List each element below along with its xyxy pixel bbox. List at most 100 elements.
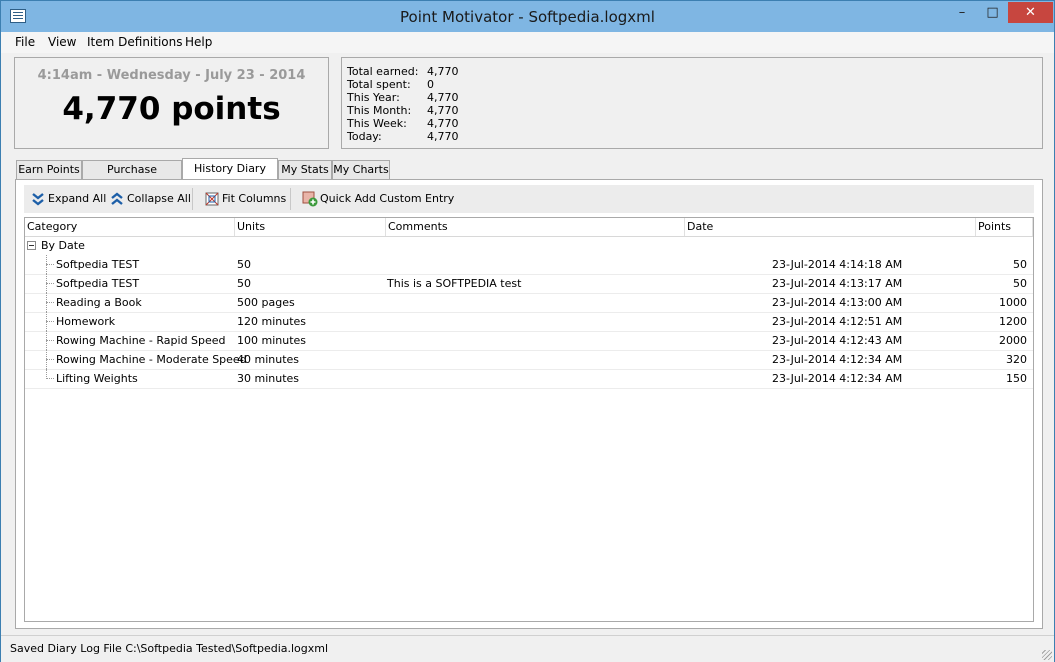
cell-points: 1200: [999, 315, 1027, 328]
quick-add-custom-entry-label: Quick Add Custom Entry: [320, 192, 455, 205]
close-button[interactable]: ✕: [1008, 2, 1053, 23]
cell-category: Rowing Machine - Rapid Speed: [56, 334, 226, 347]
status-bar: Saved Diary Log File C:\Softpedia Tested…: [1, 635, 1054, 662]
current-datetime: 4:14am - Wednesday - July 23 - 2014: [37, 68, 306, 83]
tab-my-stats[interactable]: My Stats: [278, 160, 332, 179]
tree-connector: [46, 340, 54, 342]
toolbar-separator: [290, 188, 291, 210]
column-header-date[interactable]: Date: [685, 218, 976, 236]
cell-date: 23-Jul-2014 4:12:51 AM: [772, 315, 903, 328]
menu-file[interactable]: File: [15, 35, 35, 49]
totals-value: 4,770: [427, 91, 459, 104]
totals-value: 0: [427, 78, 434, 91]
points-summary-panel: 4:14am - Wednesday - July 23 - 2014 4,77…: [14, 57, 329, 149]
app-window: Point Motivator - Softpedia.logxml – □ ✕…: [0, 0, 1055, 662]
cell-units: 50: [237, 277, 251, 290]
collapse-all-icon: [111, 192, 123, 205]
tab-history-diary-log[interactable]: History Diary Log: [182, 158, 278, 194]
resize-grip-icon[interactable]: [1042, 650, 1052, 660]
tree-connector: [46, 378, 54, 380]
cell-category: Reading a Book: [56, 296, 142, 309]
table-row[interactable]: Homework 120 minutes 23-Jul-2014 4:12:51…: [25, 312, 1033, 332]
totals-value: 4,770: [427, 104, 459, 117]
menu-item-definitions[interactable]: Item Definitions: [87, 35, 183, 49]
table-row[interactable]: Rowing Machine - Moderate Speed 40 minut…: [25, 350, 1033, 370]
expand-all-label: Expand All: [48, 192, 107, 205]
column-header-points[interactable]: Points: [976, 218, 1033, 236]
cell-date: 23-Jul-2014 4:14:18 AM: [772, 258, 903, 271]
totals-label: Today:: [347, 130, 382, 143]
cell-units: 100 minutes: [237, 334, 307, 347]
tab-earn-points[interactable]: Earn Points: [16, 160, 82, 179]
totals-value: 4,770: [427, 65, 459, 78]
tab-my-charts[interactable]: My Charts: [332, 160, 390, 179]
maximize-button[interactable]: □: [978, 2, 1007, 23]
group-label: By Date: [41, 239, 85, 252]
column-header-category[interactable]: Category: [25, 218, 235, 236]
cell-points: 320: [1006, 353, 1027, 366]
toolbar: Expand All Collapse All Fit Columns Quic…: [24, 185, 1034, 213]
cell-date: 23-Jul-2014 4:13:17 AM: [772, 277, 903, 290]
tree-connector: [46, 359, 54, 361]
toolbar-separator: [192, 188, 193, 210]
totals-label: Total spent:: [347, 78, 411, 91]
collapse-all-label: Collapse All: [127, 192, 191, 205]
cell-comments: This is a SOFTPEDIA test: [387, 277, 522, 290]
expand-all-icon: [32, 193, 44, 206]
cell-units: 50: [237, 258, 251, 271]
cell-category: Softpedia TEST: [56, 277, 140, 290]
fit-columns-label: Fit Columns: [222, 192, 287, 205]
cell-date: 23-Jul-2014 4:12:34 AM: [772, 372, 903, 385]
menu-view[interactable]: View: [48, 35, 76, 49]
table-row[interactable]: Rowing Machine - Rapid Speed 100 minutes…: [25, 331, 1033, 351]
cell-category: Lifting Weights: [56, 372, 138, 385]
collapse-toggle-icon[interactable]: [27, 241, 36, 250]
history-diary-log-panel: Expand All Collapse All Fit Columns Quic…: [15, 179, 1043, 629]
fit-columns-icon: [205, 192, 219, 206]
table-row[interactable]: Lifting Weights 30 minutes 23-Jul-2014 4…: [25, 369, 1033, 389]
add-entry-icon: [302, 191, 318, 207]
totals-panel: Total earned: 4,770 Total spent: 0 This …: [341, 57, 1043, 149]
totals-label: This Week:: [347, 117, 407, 130]
cell-points: 2000: [999, 334, 1027, 347]
collapse-all-button[interactable]: Collapse All: [109, 190, 191, 208]
fit-columns-button[interactable]: Fit Columns: [204, 190, 286, 208]
table-row[interactable]: Softpedia TEST 50 This is a SOFTPEDIA te…: [25, 274, 1033, 294]
cell-points: 50: [1013, 277, 1027, 290]
tree-connector: [46, 264, 54, 266]
points-total: 4,770 points: [62, 91, 281, 127]
cell-category: Homework: [56, 315, 116, 328]
cell-date: 23-Jul-2014 4:12:43 AM: [772, 334, 903, 347]
cell-date: 23-Jul-2014 4:13:00 AM: [772, 296, 903, 309]
cell-category: Rowing Machine - Moderate Speed: [56, 353, 247, 366]
totals-value: 4,770: [427, 130, 459, 143]
tree-connector: [46, 283, 54, 285]
totals-label: This Year:: [347, 91, 400, 104]
tab-purchase-rewards[interactable]: Purchase Rewards: [82, 160, 182, 193]
column-header-comments[interactable]: Comments: [386, 218, 685, 236]
cell-points: 150: [1006, 372, 1027, 385]
totals-label: Total earned:: [347, 65, 419, 78]
cell-units: 120 minutes: [237, 315, 307, 328]
cell-points: 50: [1013, 258, 1027, 271]
cell-points: 1000: [999, 296, 1027, 309]
minimize-button[interactable]: –: [946, 2, 978, 23]
menu-bar: File View Item Definitions Help: [1, 32, 1054, 53]
title-bar[interactable]: Point Motivator - Softpedia.logxml – □ ✕: [1, 1, 1054, 32]
status-text: Saved Diary Log File C:\Softpedia Tested…: [10, 642, 329, 655]
quick-add-custom-entry-button[interactable]: Quick Add Custom Entry: [302, 190, 454, 208]
cell-units: 500 pages: [237, 296, 295, 309]
column-header-units[interactable]: Units: [235, 218, 386, 236]
cell-units: 40 minutes: [237, 353, 300, 366]
grid-header: Category Units Comments Date Points: [25, 218, 1033, 237]
history-grid: Category Units Comments Date Points By D…: [24, 217, 1034, 622]
table-row[interactable]: Softpedia TEST 50 23-Jul-2014 4:14:18 AM…: [25, 255, 1033, 275]
cell-date: 23-Jul-2014 4:12:34 AM: [772, 353, 903, 366]
group-row-by-date[interactable]: By Date: [25, 237, 1033, 255]
expand-all-button[interactable]: Expand All: [30, 190, 106, 208]
window-title: Point Motivator - Softpedia.logxml: [400, 8, 655, 26]
tree-connector: [46, 321, 54, 323]
table-row[interactable]: Reading a Book 500 pages 23-Jul-2014 4:1…: [25, 293, 1033, 313]
menu-help[interactable]: Help: [185, 35, 212, 49]
cell-units: 30 minutes: [237, 372, 300, 385]
